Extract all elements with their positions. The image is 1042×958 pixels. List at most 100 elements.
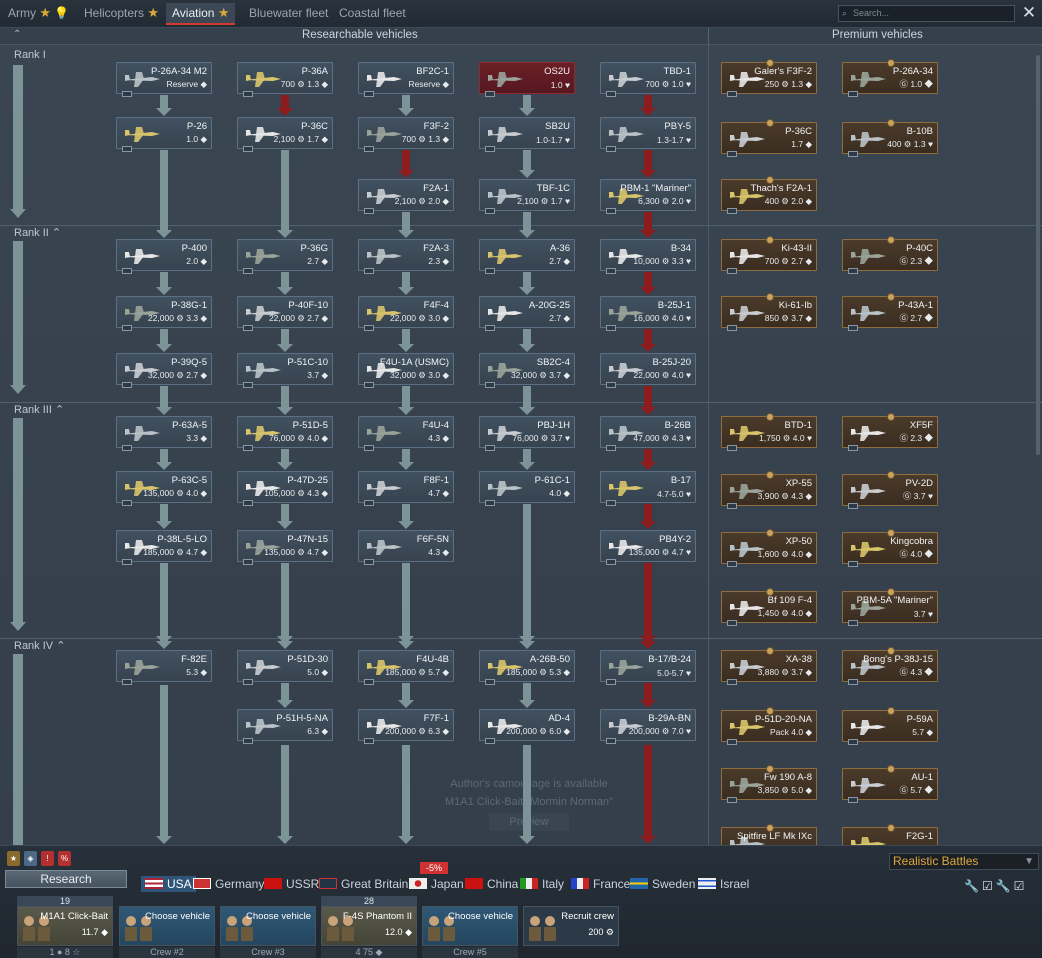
vehicle-slot-checkbox[interactable] (848, 151, 858, 157)
tab-coastal-fleet[interactable]: Coastal fleet (339, 3, 406, 25)
vehicle-slot-checkbox[interactable] (364, 91, 374, 97)
vehicle-card-col2[interactable]: P-47D-25 105,000 ⚙ 4.3 ◆ (237, 471, 333, 506)
vehicle-card-col3[interactable]: F6F-5N 4.3 ◆ (358, 530, 454, 565)
vehicle-slot-checkbox[interactable] (727, 445, 737, 451)
vehicle-slot-checkbox[interactable] (606, 382, 616, 388)
vehicle-card-col1[interactable]: P-400 2.0 ◆ (116, 239, 212, 274)
premium-vehicle-card[interactable]: P-36C 1.7 ◆ (721, 119, 817, 157)
vehicle-slot-checkbox[interactable] (848, 739, 858, 745)
vehicle-slot-checkbox[interactable] (243, 738, 253, 744)
vehicle-slot-checkbox[interactable] (606, 325, 616, 331)
crew-slot[interactable]: M1A1 Click-Bait 11.7 ◆ (17, 906, 113, 946)
scrollbar[interactable] (1036, 55, 1040, 455)
vehicle-card-col4[interactable]: TBF-1C 2,100 ⚙ 1.7 ♥ (479, 179, 575, 214)
battle-mode-select[interactable]: Realistic Battles ▼ (889, 853, 1039, 870)
vehicle-card-col2[interactable]: P-36G 2.7 ◆ (237, 239, 333, 274)
nation-usa[interactable]: USA (141, 876, 196, 892)
vehicle-slot-checkbox[interactable] (606, 91, 616, 97)
vehicle-slot-checkbox[interactable] (485, 679, 495, 685)
vehicle-slot-checkbox[interactable] (727, 679, 737, 685)
nation-ussr[interactable]: USSR (264, 876, 319, 892)
premium-vehicle-card[interactable]: Ki-43-II 700 ⚙ 2.7 ◆ (721, 236, 817, 274)
vehicle-slot-checkbox[interactable] (122, 500, 132, 506)
vehicle-card-col5[interactable]: B-34 10,000 ⚙ 3.3 ♥ (600, 239, 696, 274)
tab-army[interactable]: Army ★ 💡 (8, 3, 69, 25)
vehicle-slot-checkbox[interactable] (243, 325, 253, 331)
vehicle-slot-checkbox[interactable] (848, 561, 858, 567)
vehicle-slot-checkbox[interactable] (485, 325, 495, 331)
checkbox-icon[interactable]: ☑ (1014, 879, 1028, 893)
vehicle-card-col5[interactable]: B-17/B-24 5.0-5.7 ♥ (600, 650, 696, 685)
premium-vehicle-card[interactable]: Thach's F2A-1 400 ⚙ 2.0 ◆ (721, 176, 817, 214)
premium-vehicle-card[interactable]: P-40C Ⓖ 2.3 ◆ (842, 236, 938, 274)
nation-france[interactable]: France (571, 876, 630, 892)
vehicle-slot-checkbox[interactable] (243, 445, 253, 451)
vehicle-slot-checkbox[interactable] (243, 679, 253, 685)
tab-aviation[interactable]: Aviation ★ (166, 3, 236, 25)
premium-vehicle-card[interactable]: Bf 109 F-4 1,450 ⚙ 4.0 ◆ (721, 588, 817, 626)
premium-vehicle-card[interactable]: XF5F Ⓖ 2.3 ◆ (842, 413, 938, 451)
nation-japan[interactable]: Japan (409, 876, 464, 892)
tab-bluewater-fleet[interactable]: Bluewater fleet (249, 3, 328, 25)
premium-vehicle-card[interactable]: Spitfire LF Mk IXc (721, 824, 817, 845)
vehicle-slot-checkbox[interactable] (606, 268, 616, 274)
vehicle-card-col4[interactable]: A-26B-50 185,000 ⚙ 5.3 ◆ (479, 650, 575, 685)
vehicle-slot-checkbox[interactable] (122, 679, 132, 685)
vehicle-slot-checkbox[interactable] (364, 208, 374, 214)
premium-vehicle-card[interactable]: Fw 190 A-8 3,850 ⚙ 5.0 ◆ (721, 765, 817, 803)
vehicle-slot-checkbox[interactable] (122, 146, 132, 152)
vehicle-slot-checkbox[interactable] (606, 146, 616, 152)
vehicle-card-col1[interactable]: P-38L-5-LO 185,000 ⚙ 4.7 ◆ (116, 530, 212, 565)
vehicle-slot-checkbox[interactable] (364, 679, 374, 685)
vehicle-slot-checkbox[interactable] (364, 325, 374, 331)
crew-slot[interactable]: Choose vehicle (422, 906, 518, 946)
vehicle-card-col5[interactable]: B-17 4.7-5.0 ♥ (600, 471, 696, 506)
vehicle-slot-checkbox[interactable] (243, 382, 253, 388)
vehicle-card-col2[interactable]: P-36A 700 ⚙ 1.3 ◆ (237, 62, 333, 97)
vehicle-slot-checkbox[interactable] (848, 620, 858, 626)
nation-italy[interactable]: Italy (520, 876, 564, 892)
vehicle-slot-checkbox[interactable] (364, 559, 374, 565)
premium-vehicle-card[interactable]: BTD-1 1,750 ⚙ 4.0 ♥ (721, 413, 817, 451)
wrench-double-icon[interactable]: 🔧 (996, 879, 1014, 893)
vehicle-card-col4[interactable]: SB2C-4 32,000 ⚙ 3.7 ◆ (479, 353, 575, 388)
vehicle-slot-checkbox[interactable] (485, 500, 495, 506)
vehicle-slot-checkbox[interactable] (364, 382, 374, 388)
nation-germany[interactable]: Germany (193, 876, 264, 892)
vehicle-card-col1[interactable]: P-63C-5 135,000 ⚙ 4.0 ◆ (116, 471, 212, 506)
vehicle-slot-checkbox[interactable] (243, 500, 253, 506)
vehicle-slot-checkbox[interactable] (122, 445, 132, 451)
vehicle-slot-checkbox[interactable] (727, 620, 737, 626)
crew-slot[interactable]: F-4S Phantom II 12.0 ◆ (321, 906, 417, 946)
premium-vehicle-card[interactable]: AU-1 Ⓖ 5.7 ◆ (842, 765, 938, 803)
vehicle-card-col3[interactable]: F3F-2 700 ⚙ 1.3 ◆ (358, 117, 454, 152)
vehicle-slot-checkbox[interactable] (848, 445, 858, 451)
vehicle-slot-checkbox[interactable] (485, 445, 495, 451)
vehicle-slot-checkbox[interactable] (122, 325, 132, 331)
vehicle-card-col3[interactable]: F4U-1A (USMC) 32,000 ⚙ 3.0 ◆ (358, 353, 454, 388)
checkbox-icon[interactable]: ☑ (982, 879, 996, 893)
vehicle-slot-checkbox[interactable] (606, 445, 616, 451)
premium-vehicle-card[interactable]: PV-2D Ⓖ 3.7 ♥ (842, 471, 938, 509)
vehicle-card-col4[interactable]: P-61C-1 4.0 ◆ (479, 471, 575, 506)
premium-vehicle-card[interactable]: B-10B 400 ⚙ 1.3 ♥ (842, 119, 938, 157)
vehicle-card-col4[interactable]: OS2U 1.0 ♥ (479, 62, 575, 97)
vehicle-slot-checkbox[interactable] (243, 268, 253, 274)
vehicle-card-col4[interactable]: SB2U 1.0-1.7 ♥ (479, 117, 575, 152)
vehicle-slot-checkbox[interactable] (606, 738, 616, 744)
nation-sweden[interactable]: Sweden (630, 876, 695, 892)
vehicle-slot-checkbox[interactable] (727, 268, 737, 274)
vehicle-slot-checkbox[interactable] (485, 738, 495, 744)
vehicle-slot-checkbox[interactable] (485, 208, 495, 214)
vehicle-slot-checkbox[interactable] (727, 561, 737, 567)
vehicle-card-col5[interactable]: B-25J-20 22,000 ⚙ 4.0 ♥ (600, 353, 696, 388)
vehicle-card-col4[interactable]: AD-4 200,000 ⚙ 6.0 ◆ (479, 709, 575, 744)
vehicle-card-col5[interactable]: PBY-5 1.3-1.7 ♥ (600, 117, 696, 152)
chevron-up-icon[interactable]: ⌃ (55, 404, 64, 416)
vehicle-slot-checkbox[interactable] (485, 382, 495, 388)
vehicle-card-col1[interactable]: P-26A-34 M2 Reserve ◆ (116, 62, 212, 97)
vehicle-card-col5[interactable]: TBD-1 700 ⚙ 1.0 ♥ (600, 62, 696, 97)
vehicle-slot-checkbox[interactable] (485, 91, 495, 97)
vehicle-slot-checkbox[interactable] (848, 797, 858, 803)
chevron-up-icon[interactable]: ⌃ (56, 640, 65, 652)
